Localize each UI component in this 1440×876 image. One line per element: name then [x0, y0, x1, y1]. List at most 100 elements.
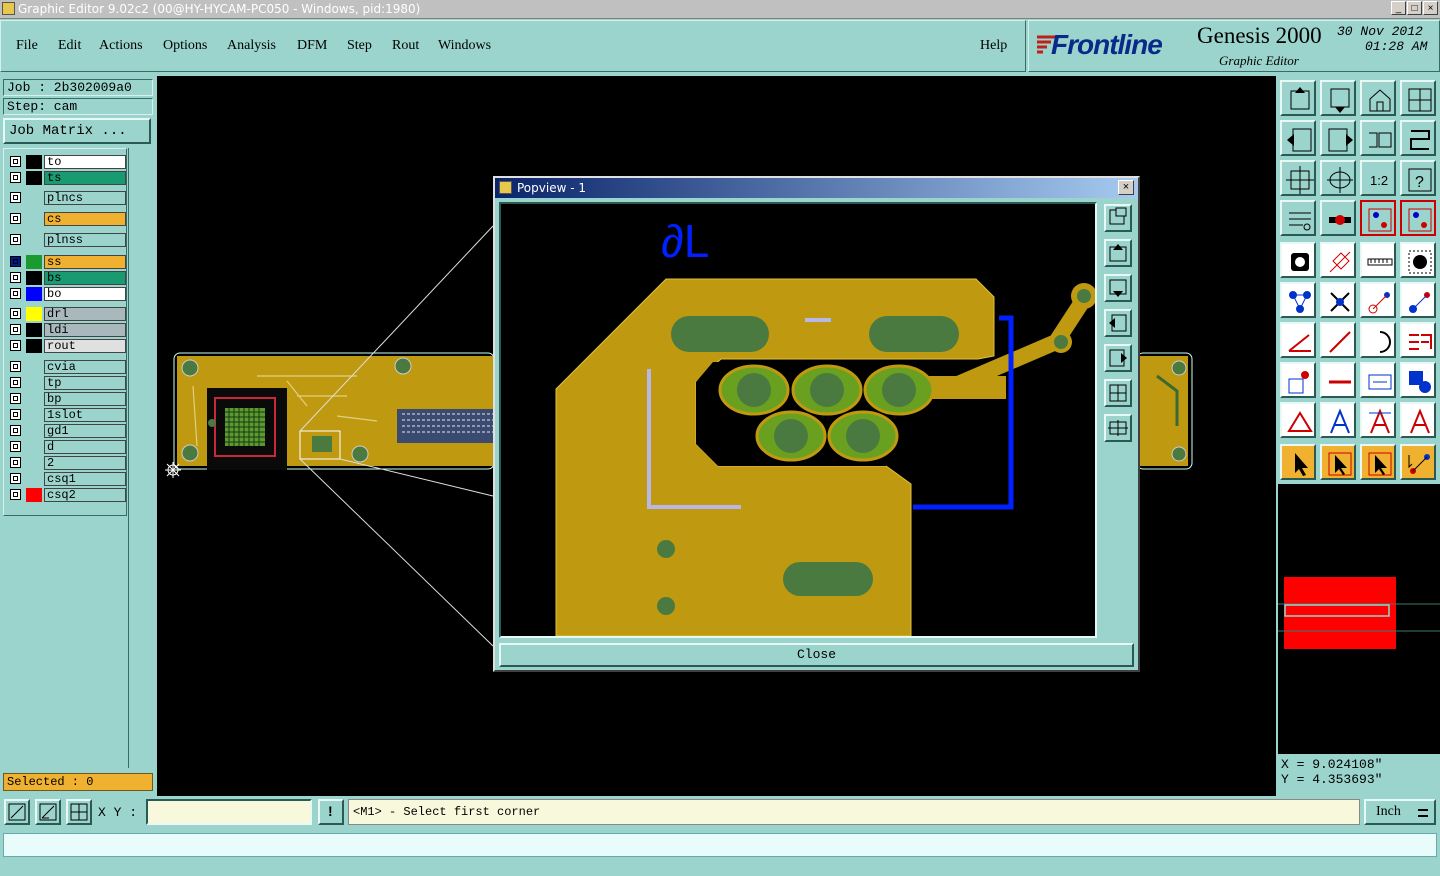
info-button[interactable]: !: [318, 799, 344, 825]
layer-name[interactable]: 1slot: [44, 408, 126, 422]
layer-checkbox[interactable]: [10, 234, 21, 245]
net-button[interactable]: [1360, 200, 1396, 236]
layer-checkbox[interactable]: [10, 172, 21, 183]
layer-checkbox[interactable]: [10, 377, 21, 388]
layer-name[interactable]: gd1: [44, 424, 126, 438]
layer-checkbox[interactable]: [10, 156, 21, 167]
layer-net-button[interactable]: [1400, 200, 1436, 236]
zoom-window-button[interactable]: [1320, 80, 1356, 116]
cross-button[interactable]: [1320, 282, 1356, 318]
measure-button[interactable]: [1280, 200, 1316, 236]
fit-button[interactable]: [1280, 160, 1316, 196]
layer-row-ts[interactable]: ts: [8, 171, 126, 185]
text-a3-button[interactable]: [1400, 402, 1436, 438]
split-view-button[interactable]: [1400, 80, 1436, 116]
layer-checkbox[interactable]: [10, 213, 21, 224]
menu-edit[interactable]: Edit: [58, 38, 81, 54]
layer-checkbox[interactable]: [10, 489, 21, 500]
popview-canvas[interactable]: ∂L: [499, 202, 1097, 638]
layer-checkbox[interactable]: [10, 441, 21, 452]
job-matrix-button[interactable]: Job Matrix ...: [3, 118, 151, 144]
connect-button[interactable]: [1360, 282, 1396, 318]
layer-row-d[interactable]: d: [8, 440, 126, 454]
center-button[interactable]: [1320, 160, 1356, 196]
layer-checkbox[interactable]: [10, 393, 21, 404]
layer-checkbox[interactable]: [10, 409, 21, 420]
layer-row-cvia[interactable]: cvia: [8, 360, 126, 374]
layer-row-ldi[interactable]: ldi: [8, 323, 126, 337]
popview-center-button[interactable]: [1104, 414, 1132, 442]
layer-row-plnss[interactable]: plnss: [8, 233, 126, 247]
move-button[interactable]: [1360, 444, 1396, 480]
help-button[interactable]: ?: [1400, 160, 1436, 196]
layer-name[interactable]: ss: [44, 255, 126, 269]
ruler-button[interactable]: [1360, 242, 1396, 278]
menu-analysis[interactable]: Analysis: [227, 38, 276, 54]
layer-row-2[interactable]: 2: [8, 456, 126, 470]
popview-close-button[interactable]: Close: [499, 643, 1134, 667]
menu-file[interactable]: File: [16, 38, 38, 54]
flip-button[interactable]: [1400, 322, 1436, 358]
layer-row-to[interactable]: to: [8, 155, 126, 169]
snap-button[interactable]: [1320, 200, 1356, 236]
copy-button[interactable]: [1280, 362, 1316, 398]
layer-checkbox[interactable]: [10, 324, 21, 335]
redo-button[interactable]: [1400, 120, 1436, 156]
layer-row-gd1[interactable]: gd1: [8, 424, 126, 438]
layer-checkbox[interactable]: [10, 288, 21, 299]
arc-button[interactable]: [1360, 322, 1396, 358]
snap-mode-button[interactable]: [4, 799, 30, 825]
shape-button[interactable]: [1400, 362, 1436, 398]
layer-checkbox[interactable]: [10, 272, 21, 283]
layer-name[interactable]: to: [44, 155, 126, 169]
layer-row-ss[interactable]: ss: [8, 255, 126, 269]
layer-name[interactable]: cvia: [44, 360, 126, 374]
layer-row-tp[interactable]: tp: [8, 376, 126, 390]
pan-right-button[interactable]: [1320, 120, 1356, 156]
layer-name[interactable]: csq1: [44, 472, 126, 486]
node-button[interactable]: [1280, 282, 1316, 318]
layer-row-bs[interactable]: bs: [8, 271, 126, 285]
popview-zoom-button[interactable]: [1104, 204, 1132, 232]
popview-fit-button[interactable]: [1104, 379, 1132, 407]
layer-name[interactable]: ldi: [44, 323, 126, 337]
menu-options[interactable]: Options: [163, 38, 207, 54]
route-select-button[interactable]: [1400, 444, 1436, 480]
layer-row-bp[interactable]: bp: [8, 392, 126, 406]
layer-name[interactable]: tp: [44, 376, 126, 390]
undo-button[interactable]: [1360, 120, 1396, 156]
units-select[interactable]: Inch: [1364, 799, 1436, 825]
layer-checkbox[interactable]: [10, 473, 21, 484]
text-a2-button[interactable]: [1360, 402, 1396, 438]
layer-row-csq1[interactable]: csq1: [8, 472, 126, 486]
layer-row-cs[interactable]: cs: [8, 212, 126, 226]
triangle-button[interactable]: [1280, 402, 1316, 438]
layer-name[interactable]: plnss: [44, 233, 126, 247]
layer-name[interactable]: ts: [44, 171, 126, 185]
pointer-button[interactable]: [1280, 444, 1316, 480]
layer-row-drl[interactable]: drl: [8, 307, 126, 321]
menu-actions[interactable]: Actions: [99, 38, 143, 54]
line-button[interactable]: [1320, 322, 1356, 358]
layer-name[interactable]: bo: [44, 287, 126, 301]
minus-button[interactable]: [1320, 362, 1356, 398]
box-button[interactable]: [1360, 362, 1396, 398]
menu-step[interactable]: Step: [347, 38, 372, 54]
pad-button[interactable]: [1280, 242, 1316, 278]
layer-checkbox[interactable]: [10, 361, 21, 372]
layer-checkbox[interactable]: [10, 192, 21, 203]
measure-mode-button[interactable]: [35, 799, 61, 825]
layer-name[interactable]: cs: [44, 212, 126, 226]
dot-button[interactable]: [1400, 242, 1436, 278]
close-window-button[interactable]: ×: [1423, 1, 1438, 15]
zoom-home-button[interactable]: [1280, 80, 1316, 116]
popview-left-button[interactable]: [1104, 309, 1132, 337]
menu-windows[interactable]: Windows: [438, 38, 491, 54]
home-button[interactable]: [1360, 80, 1396, 116]
layer-name[interactable]: bs: [44, 271, 126, 285]
layer-row-1slot[interactable]: 1slot: [8, 408, 126, 422]
popview-up-button[interactable]: [1104, 239, 1132, 267]
layer-name[interactable]: rout: [44, 339, 126, 353]
layer-checkbox[interactable]: [10, 308, 21, 319]
layer-name[interactable]: bp: [44, 392, 126, 406]
